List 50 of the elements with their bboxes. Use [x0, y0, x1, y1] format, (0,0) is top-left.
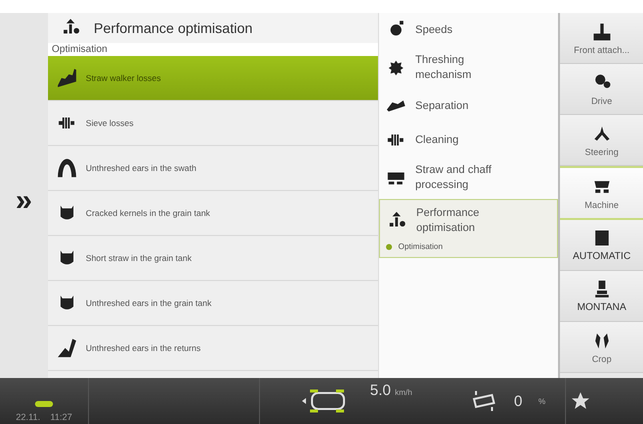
- item-label: Short straw in the grain tank: [86, 253, 192, 263]
- sidebar-item[interactable]: AUTOMATIC: [560, 220, 643, 271]
- list-item[interactable]: Short straw in the grain tank: [48, 236, 378, 281]
- panel-title: Performance optimisation: [94, 20, 253, 36]
- list-item[interactable]: Cracked kernels in the grain tank: [48, 191, 378, 236]
- submenu-label: Optimisation: [398, 242, 443, 251]
- expand-button[interactable]: »: [12, 184, 36, 218]
- menu-label: Threshing mechanism: [415, 53, 472, 83]
- item-label: Unthreshed ears in the swath: [86, 163, 196, 173]
- sidebar-item[interactable]: MONTANA: [560, 271, 643, 322]
- menu-label: Performance optimisation: [416, 206, 480, 236]
- list-item[interactable]: Unthreshed ears in the grain tank: [48, 281, 378, 326]
- menu-item[interactable]: Straw and chaff processing: [379, 157, 558, 199]
- sidebar-item[interactable]: Machine: [560, 166, 643, 220]
- menu-label: Speeds: [415, 22, 454, 38]
- menu-label: Straw and chaff processing: [415, 163, 492, 193]
- item-label: Cracked kernels in the grain tank: [86, 208, 210, 218]
- menu-item[interactable]: Speeds: [379, 13, 558, 47]
- list-item[interactable]: Unthreshed ears in the swath: [48, 146, 378, 191]
- sidebar-item[interactable]: Steering: [560, 115, 643, 166]
- section-label: Optimisation: [48, 43, 378, 56]
- menu-item[interactable]: Cleaning: [379, 123, 558, 157]
- item-label: Unthreshed ears in the grain tank: [86, 298, 212, 308]
- battery-icon: [34, 400, 54, 408]
- machine-part-icon: [56, 337, 78, 359]
- machine-part-icon: [56, 157, 78, 179]
- speed-value: 5.0: [370, 382, 391, 399]
- machine-icon: [592, 22, 612, 42]
- item-label: Straw walker losses: [86, 73, 161, 83]
- sidebar-item[interactable]: Front attach...: [560, 13, 643, 64]
- bullet-icon: [386, 244, 392, 250]
- list-item[interactable]: Sieve losses: [48, 101, 378, 146]
- list-item[interactable]: Straw walker losses: [48, 56, 378, 101]
- time-text: 11:27: [50, 412, 72, 424]
- sidebar-item[interactable]: Drive: [560, 64, 643, 115]
- item-label: Sieve losses: [86, 118, 134, 128]
- menu-item[interactable]: Performance optimisation Optimisation: [379, 199, 558, 258]
- menu-item[interactable]: Threshing mechanism: [379, 47, 558, 89]
- slope-value: 0: [514, 392, 522, 410]
- slope-unit: %: [538, 396, 546, 406]
- machine-part-icon: [56, 67, 78, 89]
- list-item[interactable]: Unthreshed ears in the returns: [48, 326, 378, 371]
- menu-label: Separation: [415, 98, 470, 114]
- menu-label: Cleaning: [415, 132, 460, 148]
- sidebar-item[interactable]: Crop: [560, 322, 643, 373]
- tilt-icon: [470, 389, 498, 413]
- speed-unit: km/h: [394, 388, 412, 397]
- menu-item[interactable]: Separation: [379, 89, 558, 123]
- date-text: 22.11.: [16, 412, 40, 424]
- item-label: Unthreshed ears in the returns: [86, 343, 201, 353]
